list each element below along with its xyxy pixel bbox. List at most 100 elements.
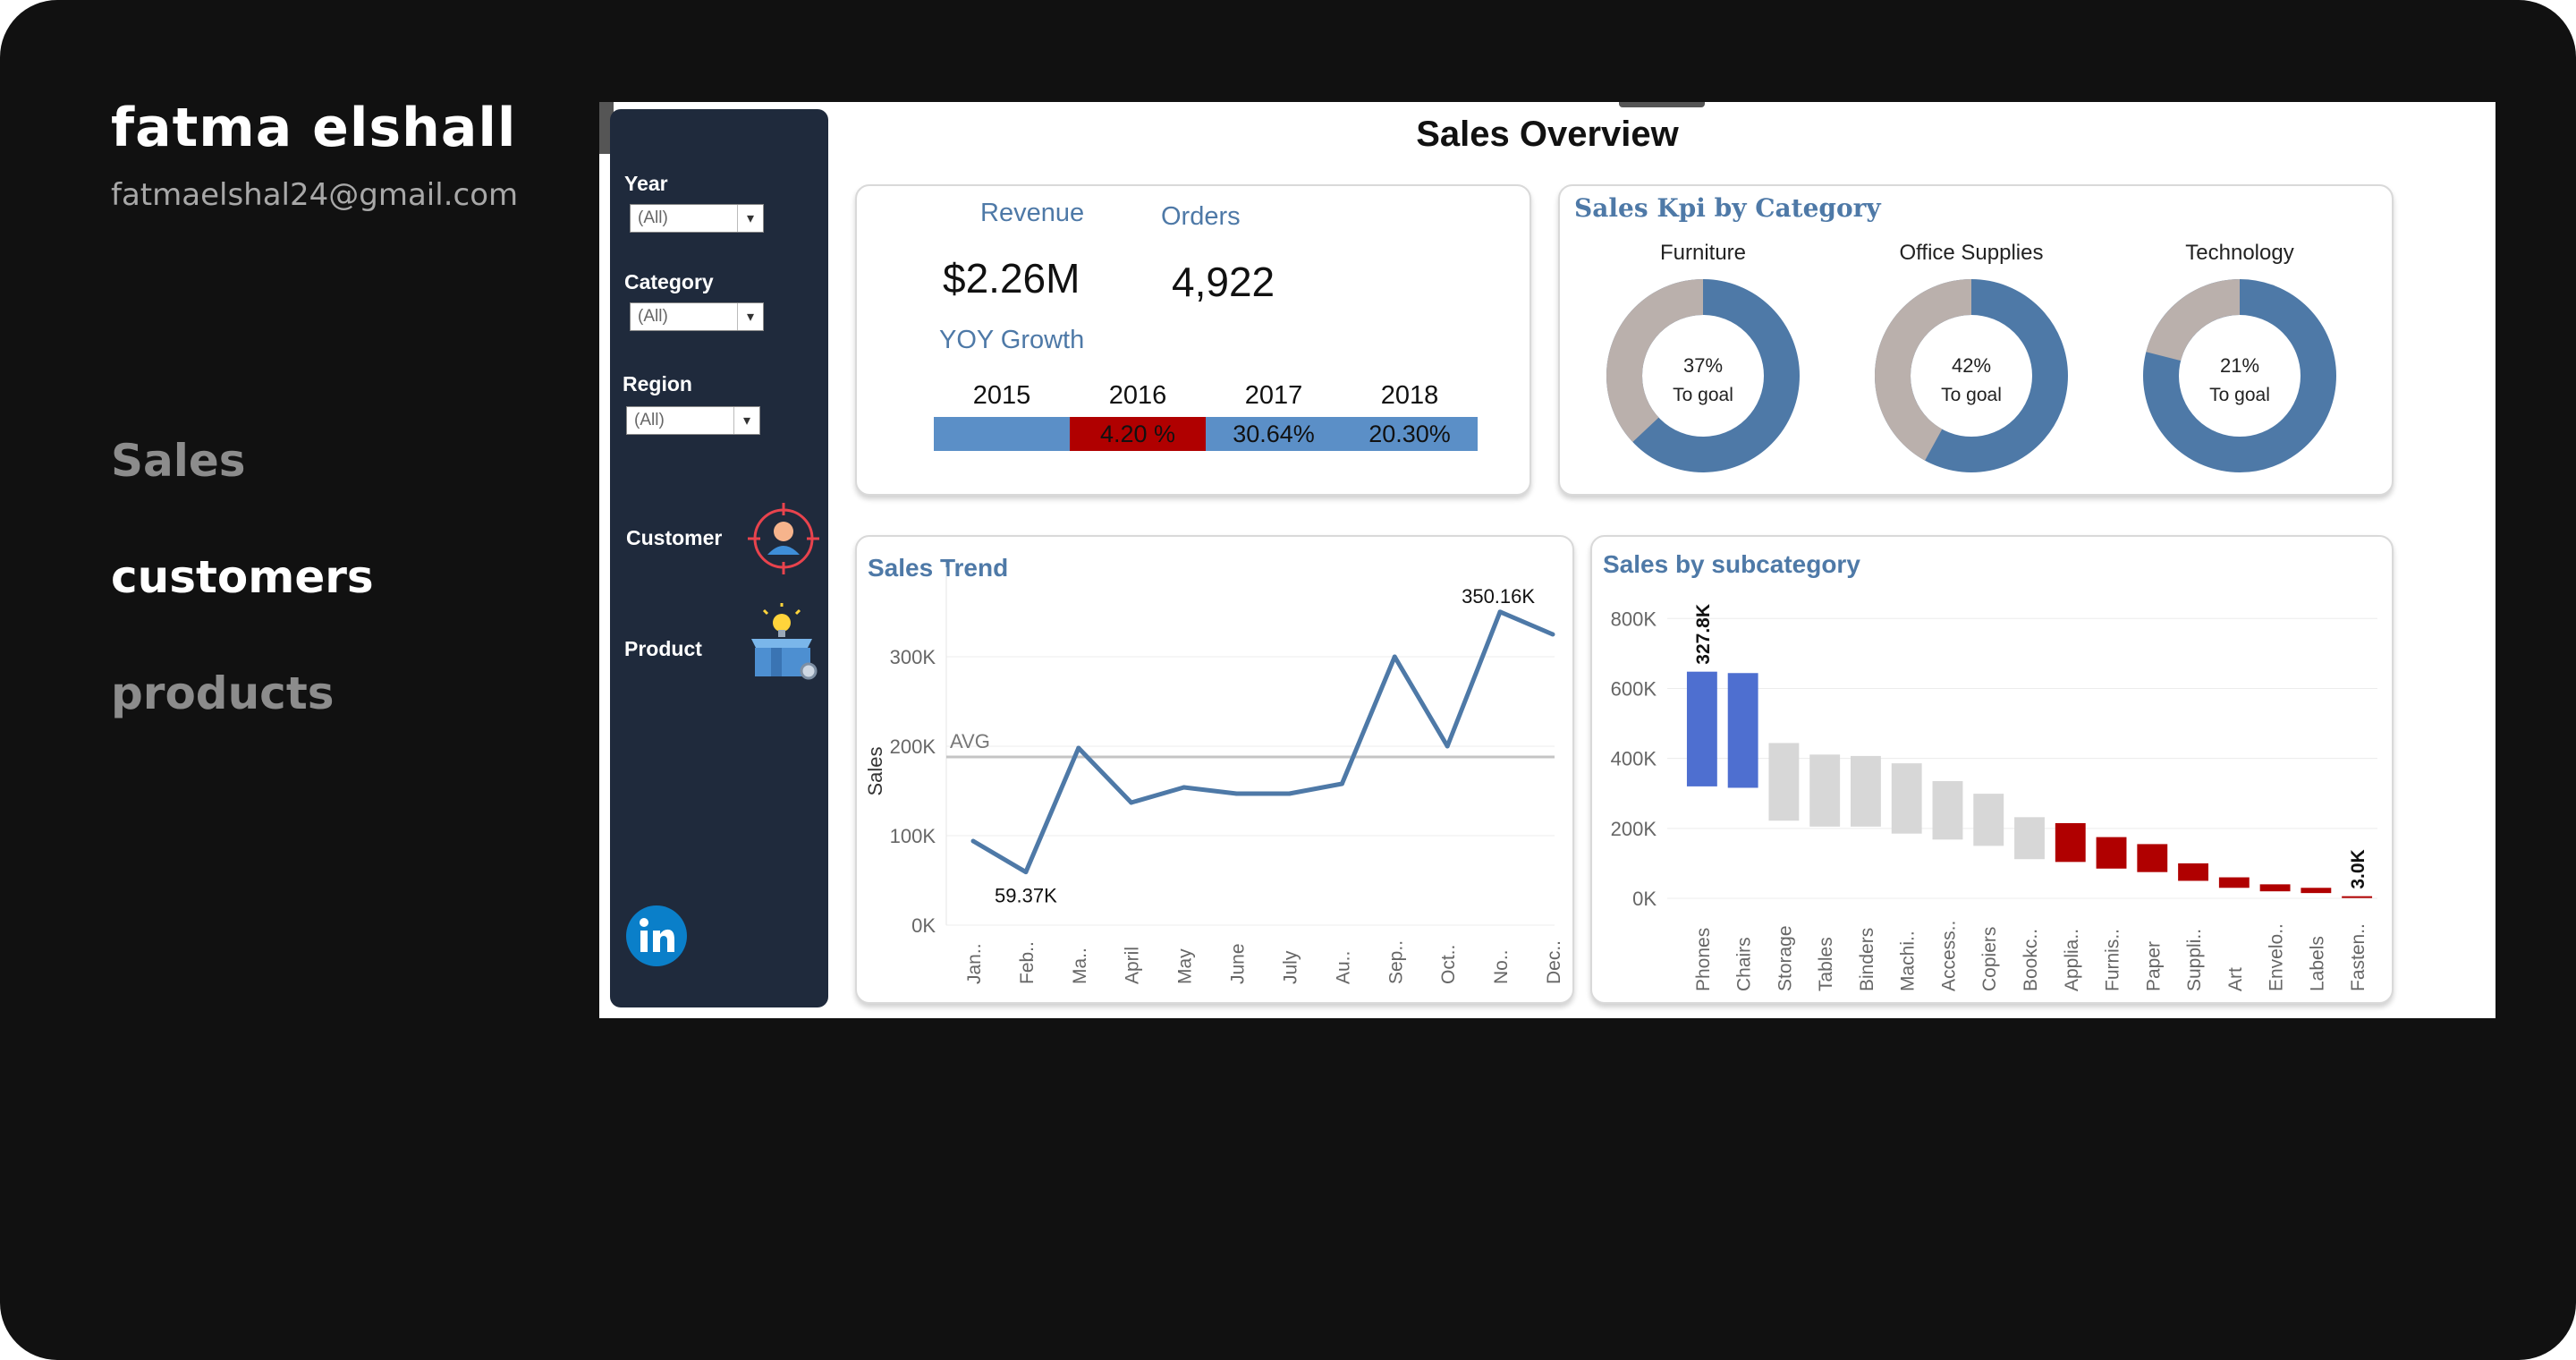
revenue-value: $2.26M [943, 255, 1080, 302]
yoy-growth-cell[interactable] [934, 417, 1070, 451]
yoy-year: 2017 [1244, 381, 1303, 410]
orders-value: 4,922 [1172, 259, 1275, 305]
category-filter-select[interactable]: (All) ▾ [630, 302, 764, 331]
x-tick-label: Oct.. [1438, 945, 1459, 984]
data-label: 350.16K [1462, 585, 1535, 608]
x-tick-label: Au.. [1333, 951, 1353, 984]
subcategory-bar [2055, 822, 2086, 863]
x-tick-label: Dec.. [1544, 940, 1564, 984]
year-filter-select[interactable]: (All) ▾ [630, 204, 764, 233]
donut-percent-label: 37% [1683, 354, 1723, 377]
x-tick-label: May [1175, 948, 1196, 984]
sales-trend-point [1392, 654, 1397, 659]
sales-trend-point [1182, 785, 1187, 790]
category-donuts: Furniture 37% To goal Office Supplies 42% To … [1606, 241, 2336, 472]
sales-trend-chart: Sales Trend 0K 100K 200K 300K Sales AVG Jan.. Fe… [864, 554, 1564, 984]
x-tick-label: Bookc.. [2021, 929, 2041, 991]
x-tick-label: Jan.. [964, 943, 985, 984]
subcategory-bar [2301, 888, 2332, 894]
subcategory-bar [1932, 781, 1963, 840]
chevron-down-icon: ▾ [733, 407, 759, 434]
sales-trend-line [971, 609, 1554, 875]
sales-trend-card: Sales Trend 0K 100K 200K 300K Sales AVG Jan.. Fe… [855, 535, 1574, 1004]
donut-percent-label: 42% [1952, 354, 1991, 377]
year-filter-value: (All) [638, 208, 668, 227]
subcategory-bar [1727, 673, 1758, 788]
y-tick-label: 200K [890, 735, 936, 758]
x-tick-label: Paper [2143, 941, 2164, 991]
nav-item-sales[interactable]: Sales [111, 435, 246, 487]
product-box-icon[interactable] [744, 603, 825, 684]
nav-item-products[interactable]: products [111, 667, 335, 719]
category-kpi-title: Sales Kpi by Category [1574, 193, 1881, 223]
x-tick-label: June [1228, 943, 1249, 984]
x-tick-label: Suppli.. [2184, 929, 2205, 991]
data-label: 327.8K [1693, 604, 1714, 665]
yoy-year: 2018 [1380, 381, 1439, 410]
category-filter-label: Category [624, 270, 714, 293]
x-tick-label: April [1123, 947, 1143, 984]
y-axis-label: Sales [864, 746, 886, 795]
sales-by-subcategory-chart: Sales by subcategory 0K 200K 400K 600K 800K Ph… [1603, 550, 2377, 991]
x-tick-label: No.. [1491, 949, 1512, 984]
chevron-down-icon: ▾ [737, 205, 763, 232]
profile-email[interactable]: fatmaelshal24@gmail.com [111, 177, 518, 213]
yoy-year: 2015 [972, 381, 1031, 410]
subcategory-bar [2259, 884, 2291, 892]
x-tick-label: Chairs [1734, 937, 1755, 991]
subcategory-bar [2218, 877, 2250, 888]
category-filter-value: (All) [638, 307, 668, 326]
chevron-down-icon: ▾ [737, 303, 763, 330]
subcategory-bar [1686, 671, 1717, 786]
y-tick-label: 100K [890, 825, 936, 847]
product-nav-label[interactable]: Product [624, 637, 702, 661]
donut-category-label: Office Supplies [1900, 241, 2044, 265]
x-tick-label: Ma.. [1070, 948, 1090, 984]
dashboard-tab-handle[interactable] [1619, 102, 1705, 107]
x-tick-label: Feb.. [1017, 941, 1038, 984]
y-tick-label: 200K [1611, 818, 1657, 840]
y-tick-label: 0K [1632, 888, 1657, 910]
region-filter-label: Region [623, 372, 692, 395]
customer-target-icon[interactable] [748, 503, 819, 574]
sales-trend-title: Sales Trend [868, 554, 1008, 582]
subcategory-bar [2096, 837, 2127, 869]
x-tick-label: Furnis.. [2103, 929, 2123, 991]
sales-trend-point [1339, 781, 1344, 786]
subcategory-card: Sales by subcategory 0K 200K 400K 600K 800K Ph… [1590, 535, 2394, 1004]
subcategory-bar [1768, 743, 1800, 821]
x-tick-label: Labels [2307, 936, 2327, 991]
sales-trend-point [1234, 791, 1240, 796]
nav-item-customers[interactable]: customers [111, 551, 374, 603]
filter-panel: Year (All) ▾ Category (All) ▾ Region (Al… [610, 109, 828, 1007]
yoy-year: 2016 [1108, 381, 1167, 410]
region-filter-select[interactable]: (All) ▾ [626, 406, 760, 435]
customer-nav-label[interactable]: Customer [626, 526, 722, 550]
yoy-growth-cell[interactable]: 20.30% [1342, 417, 1478, 451]
sales-trend-point [1550, 632, 1555, 637]
donut-sub-label: To goal [1673, 385, 1733, 405]
donut-sub-label: To goal [2209, 385, 2270, 405]
subcategory-bar [1973, 794, 2004, 846]
orders-label: Orders [1161, 202, 1241, 231]
subcategory-bar [2137, 844, 2168, 872]
yoy-growth-cell[interactable]: 4.20 % [1070, 417, 1206, 451]
x-tick-label: Envelo.. [2267, 923, 2287, 991]
subcategory-bar [1809, 754, 1841, 827]
x-tick-label: Fasten.. [2348, 923, 2368, 991]
dashboard-title: Sales Overview [1416, 115, 1679, 154]
sales-trend-point [970, 838, 976, 844]
data-label: 3.0K [2348, 849, 2368, 888]
yoy-growth-cell[interactable]: 30.64% [1206, 417, 1342, 451]
avg-reference-label: AVG [950, 730, 990, 752]
subcategory-bar [2178, 863, 2208, 881]
sales-trend-point [1076, 745, 1081, 751]
x-tick-label: Applia.. [2062, 929, 2082, 991]
linkedin-icon[interactable] [624, 904, 689, 968]
x-tick-label: Art [2225, 967, 2246, 991]
profile-name: fatma elshall [111, 97, 517, 159]
y-tick-label: 300K [890, 646, 936, 668]
dashboard-embed: Year (All) ▾ Category (All) ▾ Region (Al… [599, 102, 2496, 1018]
x-tick-label: Access.. [1938, 921, 1959, 991]
sales-trend-point [1445, 744, 1450, 749]
